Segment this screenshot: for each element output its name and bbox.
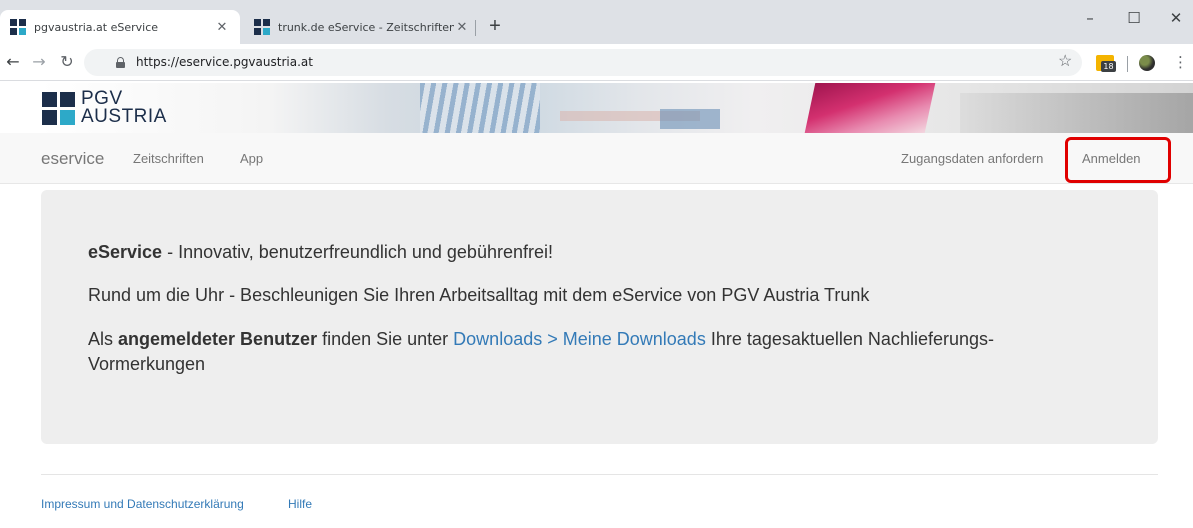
navbar-brand[interactable]: eservice <box>41 149 104 169</box>
nav-link-zugangsdaten[interactable]: Zugangsdaten anfordern <box>901 151 1043 166</box>
downloads-pre: Als <box>88 329 119 349</box>
reload-icon[interactable]: ↻ <box>56 51 78 73</box>
window-close-button[interactable]: ✕ <box>1156 4 1193 32</box>
url-text[interactable]: https://eservice.pgvaustria.at <box>136 55 313 69</box>
pgv-austria-logo[interactable]: PGV AUSTRIA <box>40 88 200 128</box>
intro-bold: eService <box>88 242 163 262</box>
around-the-clock-paragraph: Rund um die Uhr - Beschleunigen Sie Ihre… <box>88 285 870 305</box>
nav-link-anmelden[interactable]: Anmelden <box>1082 151 1141 166</box>
new-tab-button[interactable]: + <box>484 16 506 38</box>
nav-link-zeitschriften[interactable]: Zeitschriften <box>133 151 204 166</box>
meine-downloads-link[interactable]: Downloads > Meine Downloads <box>453 329 706 349</box>
maximize-button[interactable]: ☐ <box>1114 4 1154 32</box>
trunk-favicon-icon <box>254 19 270 35</box>
tab-pgvaustria[interactable]: pgvaustria.at eService ✕ <box>0 10 240 44</box>
footer-link-impressum[interactable]: Impressum und Datenschutzerklärung <box>41 497 244 511</box>
logo-line-2: AUSTRIA <box>81 106 167 127</box>
downloads-bold: angemeldeter Benutzer <box>118 329 318 349</box>
footer-link-hilfe[interactable]: Hilfe <box>288 497 312 511</box>
browser-toolbar: ← → ↻ https://eservice.pgvaustria.at ☆ 1… <box>0 44 1193 81</box>
forward-arrow-icon[interactable]: → <box>28 51 50 73</box>
footer-divider <box>41 474 1158 475</box>
tab-trunk[interactable]: trunk.de eService - Zeitschriften ✕ <box>244 10 480 44</box>
back-arrow-icon[interactable]: ← <box>2 51 24 73</box>
bookmark-star-icon[interactable]: ☆ <box>1058 53 1072 71</box>
calendar-extension-icon[interactable]: 18 <box>1096 55 1116 72</box>
close-icon[interactable]: ✕ <box>214 20 230 35</box>
menu-dots-icon[interactable]: ⋮ <box>1173 52 1188 72</box>
tab-title: pgvaustria.at eService <box>34 20 159 34</box>
lock-icon <box>116 57 125 68</box>
downloads-mid: finden Sie unter <box>317 329 454 349</box>
pgv-favicon-icon <box>10 19 26 35</box>
downloads-paragraph: Als angemeldeter Benutzer finden Sie unt… <box>88 327 1028 377</box>
tab-title: trunk.de eService - Zeitschriften <box>278 20 454 34</box>
toolbar-divider <box>1127 56 1128 72</box>
intro-paragraph: eService - Innovativ, benutzerfreundlich… <box>88 240 553 265</box>
browser-tabstrip: pgvaustria.at eService ✕ trunk.de eServi… <box>0 0 1193 44</box>
address-bar[interactable]: https://eservice.pgvaustria.at <box>84 49 1082 76</box>
jumbotron: eService - Innovativ, benutzerfreundlich… <box>41 190 1158 444</box>
close-icon[interactable]: ✕ <box>454 20 470 35</box>
profile-avatar-icon[interactable] <box>1139 55 1155 71</box>
site-banner: PGV AUSTRIA <box>40 83 1193 133</box>
nav-link-app[interactable]: App <box>240 151 263 166</box>
minimize-button[interactable]: – <box>1070 4 1110 32</box>
intro-text: - Innovativ, benutzerfreundlich und gebü… <box>162 242 553 262</box>
calendar-badge: 18 <box>1101 61 1116 72</box>
site-navbar: eservice Zeitschriften App Zugangsdaten … <box>0 133 1193 184</box>
tab-divider <box>475 20 476 36</box>
